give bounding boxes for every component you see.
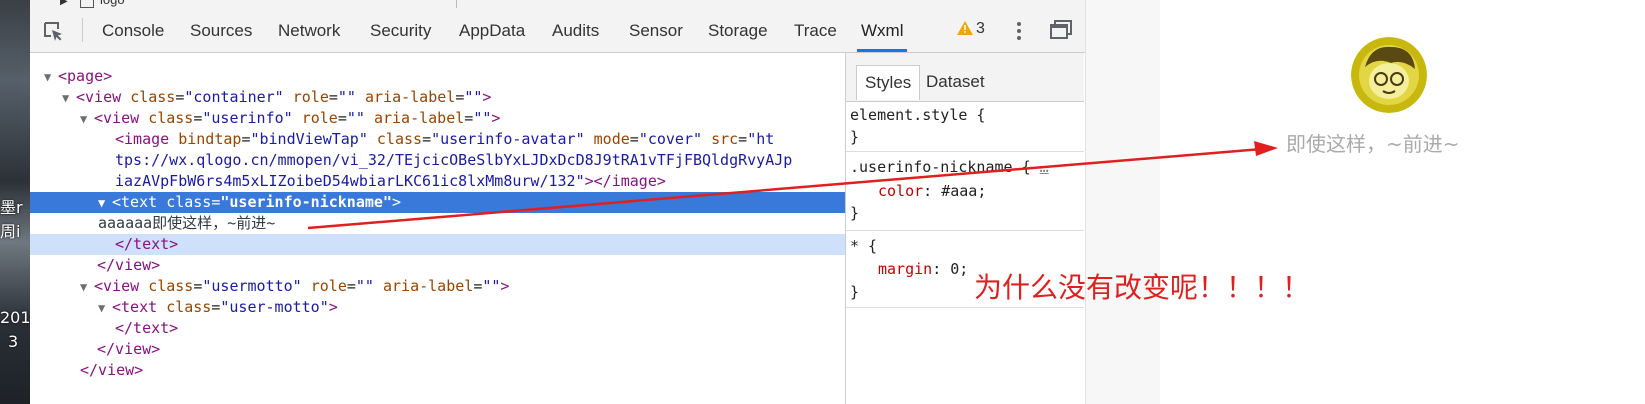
style-rule-element-style: element.style { }	[846, 102, 1084, 152]
tree-node-image-avatar[interactable]: <image bindtap="bindViewTap" class="user…	[30, 129, 845, 150]
desktop-text-fragment: 3	[8, 332, 19, 351]
collapse-triangle-icon[interactable]: ▼	[98, 298, 112, 319]
tab-styles[interactable]: Styles	[856, 65, 921, 100]
collapse-triangle-icon[interactable]: ▼	[80, 109, 94, 130]
tree-node-view-close: </view>	[97, 340, 161, 358]
devtools-toolbar: Console Sources Network Security AppData…	[30, 8, 1085, 53]
source-link[interactable]: …	[1040, 158, 1049, 176]
node-checkbox-icon	[80, 0, 94, 8]
tab-trace[interactable]: Trace	[794, 8, 837, 52]
tree-node-view-close: </view>	[97, 256, 161, 274]
tree-node-image-src-end: iazAVpFbW6rs4m5xLIZoibeD54wbiarLKC61ic8l…	[115, 172, 666, 190]
tree-node-page[interactable]: ▼ <page>	[30, 66, 842, 87]
rule-end: }	[850, 204, 860, 222]
panel-gap	[1085, 0, 1161, 404]
inspect-element-icon[interactable]	[42, 20, 64, 42]
user-avatar[interactable]	[1351, 37, 1427, 113]
tab-network[interactable]: Network	[278, 8, 340, 52]
collapse-triangle-icon[interactable]: ▼	[62, 88, 76, 109]
tree-node-text-user-motto[interactable]: ▼ <text class="user-motto">	[30, 297, 845, 319]
desktop-background: 墨r 周i 201 3	[0, 0, 30, 404]
tab-console[interactable]: Console	[102, 8, 164, 52]
rule-selector[interactable]: element.style {	[850, 104, 985, 126]
tab-storage[interactable]: Storage	[708, 8, 768, 52]
warnings-counter[interactable]: 3	[957, 20, 985, 38]
rule-end: }	[850, 283, 860, 301]
desktop-text-fragment: 201	[0, 308, 30, 327]
style-declaration[interactable]: color: #aaa;	[878, 180, 986, 202]
wxml-elements-tree: ▼ <page> ▼ <view class="container" role=""…	[30, 53, 846, 404]
tab-dataset[interactable]: Dataset	[918, 65, 993, 99]
node-label: logo	[100, 0, 125, 7]
user-nickname: 即使这样，~前进~	[1286, 132, 1460, 156]
style-declaration[interactable]: margin: 0;	[878, 258, 968, 280]
tab-security[interactable]: Security	[370, 8, 431, 52]
warning-count: 3	[976, 20, 985, 37]
tree-node-text-close-hovered[interactable]: </text>	[30, 234, 845, 255]
collapse-triangle-icon[interactable]: ▼	[44, 67, 58, 88]
tree-node-view-userinfo[interactable]: ▼ <view class="userinfo" role="" aria-lab…	[30, 108, 845, 130]
warning-icon	[957, 21, 973, 35]
collapse-triangle-icon[interactable]: ▼	[98, 193, 112, 214]
tree-node-text-nickname-selected[interactable]: ▼ <text class="userinfo-nickname">	[30, 192, 845, 214]
tree-node-view-container[interactable]: ▼ <view class="container" role="" aria-la…	[30, 87, 845, 109]
collapse-triangle-icon[interactable]: ▼	[80, 277, 94, 298]
rule-end: }	[850, 128, 860, 146]
styles-panel: Styles Dataset element.style { } .userin…	[846, 53, 1084, 404]
style-rule-userinfo-nickname: .userinfo-nickname { … color: #aaa; }	[846, 152, 1084, 231]
tree-node-text-close: </text>	[115, 319, 179, 337]
tree-node-view-usermotto[interactable]: ▼ <view class="usermotto" role="" aria-la…	[30, 276, 845, 298]
tree-node-image-src-continued: tps://wx.qlogo.cn/mmopen/vi_32/TEjcicOBe…	[115, 151, 793, 169]
rule-selector[interactable]: * {	[850, 235, 877, 257]
divider	[456, 0, 457, 8]
more-options-icon[interactable]	[1012, 20, 1026, 42]
tab-audits[interactable]: Audits	[552, 8, 599, 52]
tab-appdata[interactable]: AppData	[459, 8, 525, 52]
toolbar-separator	[82, 18, 83, 42]
styles-tabbar: Styles Dataset	[846, 53, 1084, 102]
desktop-text-fragment: 墨r	[0, 198, 23, 217]
avatar-image	[1351, 37, 1427, 113]
tab-sensor[interactable]: Sensor	[629, 8, 683, 52]
tree-node-view-close: </view>	[80, 361, 144, 379]
rule-selector[interactable]: .userinfo-nickname { …	[850, 156, 1049, 178]
annotation-question-text: 为什么没有改变呢！！！！	[974, 271, 1311, 304]
tab-wxml[interactable]: Wxml	[856, 8, 909, 52]
expand-triangle-icon: ▶	[60, 0, 68, 7]
tab-sources[interactable]: Sources	[190, 8, 252, 52]
desktop-text-fragment: 周i	[0, 222, 21, 241]
dock-side-icon[interactable]	[1050, 20, 1072, 40]
tree-node-text-content[interactable]: aaaaaa即使这样，~前进~	[30, 213, 845, 234]
